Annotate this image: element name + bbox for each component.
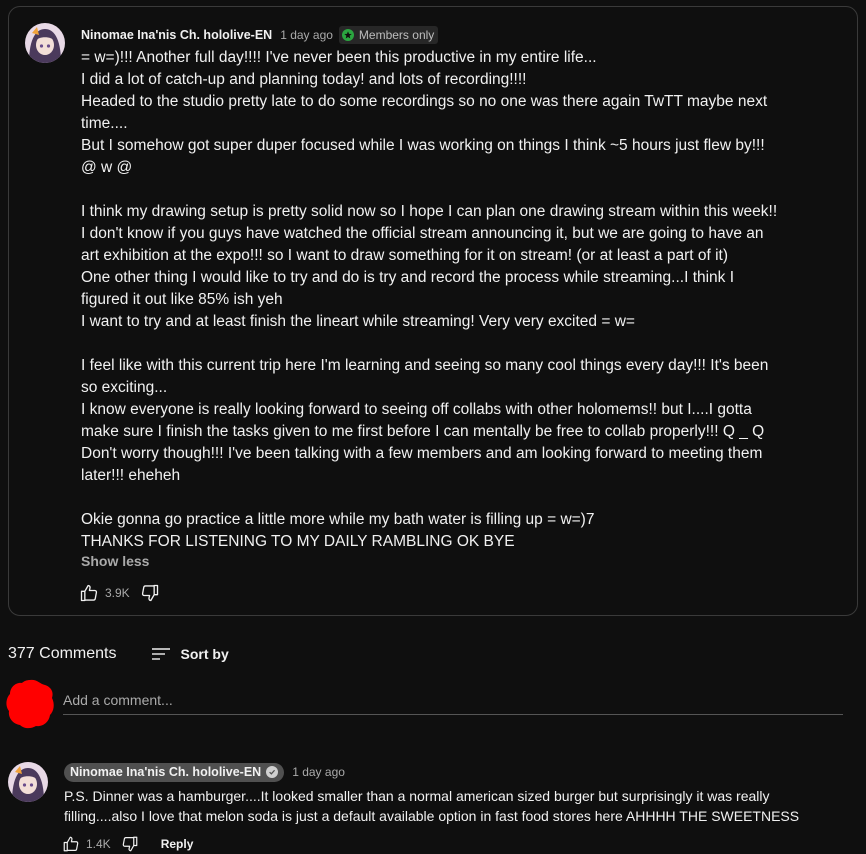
post-line: I did a lot of catch-up and planning tod…	[81, 71, 527, 88]
comment-line: filling....also I love that melon soda i…	[64, 808, 800, 824]
post-like-count: 3.9K	[105, 586, 130, 600]
like-button[interactable]	[79, 583, 99, 603]
post-line: Headed to the studio pretty late to do s…	[81, 93, 768, 110]
dislike-button[interactable]	[140, 583, 160, 603]
reply-button[interactable]: Reply	[161, 837, 194, 851]
post-header: Ninomae Ina'nis Ch. hololive-EN 1 day ag…	[81, 25, 439, 45]
verified-check-icon	[266, 766, 279, 778]
comment-actions: 1.4K Reply	[62, 834, 193, 854]
post-line: = w=)!!! Another full day!!!! I've never…	[81, 49, 597, 66]
post-line: later!!! eheheh	[81, 467, 181, 484]
post-line: I want to try and at least finish the li…	[81, 313, 635, 330]
add-comment-input[interactable]: Add a comment...	[63, 690, 843, 715]
members-badge-label: Members only	[358, 28, 435, 42]
post-timestamp[interactable]: 1 day ago	[280, 28, 333, 42]
thumb-up-icon	[63, 836, 79, 852]
post-line: THANKS FOR LISTENING TO MY DAILY RAMBLIN…	[81, 533, 515, 550]
comment-author-avatar[interactable]	[8, 762, 48, 802]
post-line: But I somehow got super duper focused wh…	[81, 137, 765, 154]
post-line: Don't worry though!!! I've been talking …	[81, 445, 763, 462]
comment-timestamp[interactable]: 1 day ago	[292, 765, 345, 779]
sort-icon	[151, 648, 170, 660]
post-actions: 3.9K	[79, 581, 160, 605]
members-only-badge: Members only	[338, 26, 439, 44]
comment-text: P.S. Dinner was a hamburger....It looked…	[64, 786, 854, 826]
post-blank-line	[81, 179, 811, 201]
post-line: so exciting...	[81, 379, 168, 396]
post-text: = w=)!!! Another full day!!!! I've never…	[81, 47, 811, 553]
show-less-button[interactable]: Show less	[81, 553, 149, 569]
post-line: figured it out like 85% ish yeh	[81, 291, 283, 308]
post-line: @ w @	[81, 159, 133, 176]
comment-author-chip[interactable]: Ninomae Ina'nis Ch. hololive-EN	[64, 762, 285, 782]
sort-by-button[interactable]: Sort by	[151, 646, 229, 662]
thumb-down-icon	[141, 584, 158, 602]
post-line: time....	[81, 115, 128, 132]
comments-header: 377 Comments Sort by	[8, 642, 229, 666]
comment-like-button[interactable]	[62, 835, 80, 853]
thumb-up-icon	[80, 584, 98, 602]
post-blank-line	[81, 487, 811, 509]
comments-count: 377 Comments	[8, 645, 117, 662]
thumb-down-icon	[122, 836, 138, 852]
post-line: art exhibition at the expo!!! so I want …	[81, 247, 729, 264]
post-line: I feel like with this current trip here …	[81, 357, 769, 374]
comment-like-count: 1.4K	[86, 837, 111, 851]
post-author-name[interactable]: Ninomae Ina'nis Ch. hololive-EN	[81, 28, 272, 42]
post-blank-line	[81, 333, 811, 355]
post-line: One other thing I would like to try and …	[81, 269, 735, 286]
current-user-avatar[interactable]	[4, 678, 56, 730]
post-line: I know everyone is really looking forwar…	[81, 401, 752, 418]
channel-avatar[interactable]	[25, 23, 65, 63]
comment-line: P.S. Dinner was a hamburger....It looked…	[64, 788, 770, 804]
post-line: I think my drawing setup is pretty solid…	[81, 203, 778, 220]
post-line: make sure I finish the tasks given to me…	[81, 423, 765, 440]
post-line: Okie gonna go practice a little more whi…	[81, 511, 595, 528]
comment-author-name: Ninomae Ina'nis Ch. hololive-EN	[70, 765, 262, 779]
comment-dislike-button[interactable]	[121, 835, 139, 853]
sort-by-label: Sort by	[180, 646, 229, 662]
comment-header: Ninomae Ina'nis Ch. hololive-EN 1 day ag…	[64, 762, 345, 782]
post-line: I don't know if you guys have watched th…	[81, 225, 764, 242]
community-post: Ninomae Ina'nis Ch. hololive-EN 1 day ag…	[8, 6, 858, 616]
members-star-icon	[341, 29, 354, 41]
